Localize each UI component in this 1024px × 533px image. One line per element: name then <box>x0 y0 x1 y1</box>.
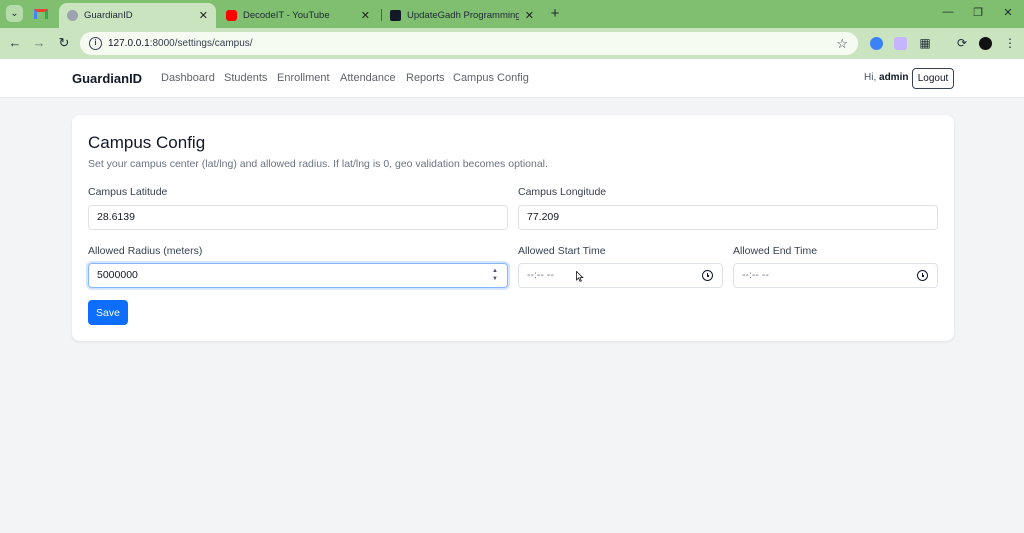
mouse-cursor-icon <box>576 271 584 282</box>
url-path: :8000/settings/campus/ <box>149 38 253 49</box>
nav-attendance[interactable]: Attendance <box>340 72 396 84</box>
campus-config-card: Campus Config Set your campus center (la… <box>72 115 954 341</box>
close-icon[interactable]: ✕ <box>361 9 370 22</box>
tab-updategadh[interactable]: UpdateGadh Programming - U ✕ <box>382 3 542 28</box>
nav-enrollment[interactable]: Enrollment <box>277 72 330 84</box>
radius-label: Allowed Radius (meters) <box>88 245 203 257</box>
tab-search-button[interactable]: ⌄ <box>6 5 23 22</box>
longitude-input[interactable]: 77.209 <box>518 205 938 230</box>
user-greeting: Hi, admin <box>864 72 908 83</box>
app-navbar: GuardianID Dashboard Students Enrollment… <box>0 59 1024 98</box>
browser-toolbar: ← → ↻ i 127.0.0.1:8000/settings/campus/ … <box>0 28 1024 59</box>
close-icon[interactable]: ✕ <box>525 9 534 22</box>
longitude-label: Campus Longitude <box>518 186 607 198</box>
new-tab-button[interactable]: + <box>547 5 563 22</box>
window-close-button[interactable]: ✕ <box>999 6 1017 19</box>
end-time-input[interactable]: --:-- -- <box>733 263 938 288</box>
end-time-label: Allowed End Time <box>733 245 818 257</box>
tab-title: DecodeIT - YouTube <box>243 10 330 21</box>
globe-icon <box>67 10 78 21</box>
clock-icon[interactable] <box>917 270 928 281</box>
tab-youtube[interactable]: DecodeIT - YouTube ✕ <box>218 3 378 28</box>
number-spinner[interactable]: ▲ ▼ <box>492 267 498 283</box>
save-button[interactable]: Save <box>88 300 128 325</box>
extension-m-icon[interactable] <box>894 37 907 50</box>
bookmark-star-icon[interactable]: ☆ <box>836 36 848 52</box>
site-info-icon[interactable]: i <box>89 37 102 50</box>
back-button[interactable]: ← <box>7 35 23 51</box>
browser-tabstrip: ⌄ GuardianID ✕ DecodeIT - YouTube ✕ Upda… <box>0 0 1024 28</box>
greeting-text: Hi, <box>864 72 877 83</box>
address-bar[interactable]: i 127.0.0.1:8000/settings/campus/ ☆ <box>80 32 858 55</box>
page-description: Set your campus center (lat/lng) and all… <box>88 158 548 170</box>
radius-value: 5000000 <box>97 269 138 281</box>
start-time-label: Allowed Start Time <box>518 245 606 257</box>
tab-guardianid[interactable]: GuardianID ✕ <box>59 3 216 28</box>
logout-button[interactable]: Logout <box>912 68 954 89</box>
gmail-icon <box>34 9 48 19</box>
close-icon[interactable]: ✕ <box>199 9 208 22</box>
start-time-input[interactable]: --:-- -- <box>518 263 723 288</box>
nav-dashboard[interactable]: Dashboard <box>161 72 215 84</box>
url-text[interactable]: 127.0.0.1:8000/settings/campus/ <box>108 38 836 49</box>
tab-title: GuardianID <box>84 10 133 21</box>
clock-icon[interactable] <box>702 270 713 281</box>
sync-icon[interactable]: ⟳ <box>954 35 970 51</box>
extensions-puzzle-icon[interactable]: ▦ <box>917 35 933 51</box>
youtube-icon <box>226 10 237 21</box>
end-time-placeholder: --:-- -- <box>742 269 769 281</box>
nav-students[interactable]: Students <box>224 72 267 84</box>
latitude-input[interactable]: 28.6139 <box>88 205 508 230</box>
radius-input[interactable]: 5000000 ▲ ▼ <box>88 263 508 288</box>
minimize-button[interactable]: — <box>939 6 957 18</box>
brand-logo[interactable]: GuardianID <box>72 71 142 86</box>
restore-button[interactable]: ❐ <box>969 6 987 19</box>
profile-avatar[interactable] <box>979 37 992 50</box>
forward-button[interactable]: → <box>31 35 47 51</box>
nav-campus-config[interactable]: Campus Config <box>453 72 529 84</box>
reload-button[interactable]: ↻ <box>56 35 72 51</box>
nav-reports[interactable]: Reports <box>406 72 445 84</box>
browser-menu-icon[interactable]: ⋮ <box>1002 35 1018 51</box>
pinned-tab-gmail[interactable] <box>28 4 54 24</box>
username: admin <box>879 72 909 83</box>
extension-blue-icon[interactable] <box>870 37 883 50</box>
start-time-placeholder: --:-- -- <box>527 269 554 281</box>
url-host: 127.0.0.1 <box>108 38 150 49</box>
latitude-label: Campus Latitude <box>88 186 168 198</box>
tab-title: UpdateGadh Programming - U <box>407 10 519 21</box>
page-title: Campus Config <box>88 133 206 152</box>
page: GuardianID Dashboard Students Enrollment… <box>0 59 1024 533</box>
updategadh-icon <box>390 10 401 21</box>
